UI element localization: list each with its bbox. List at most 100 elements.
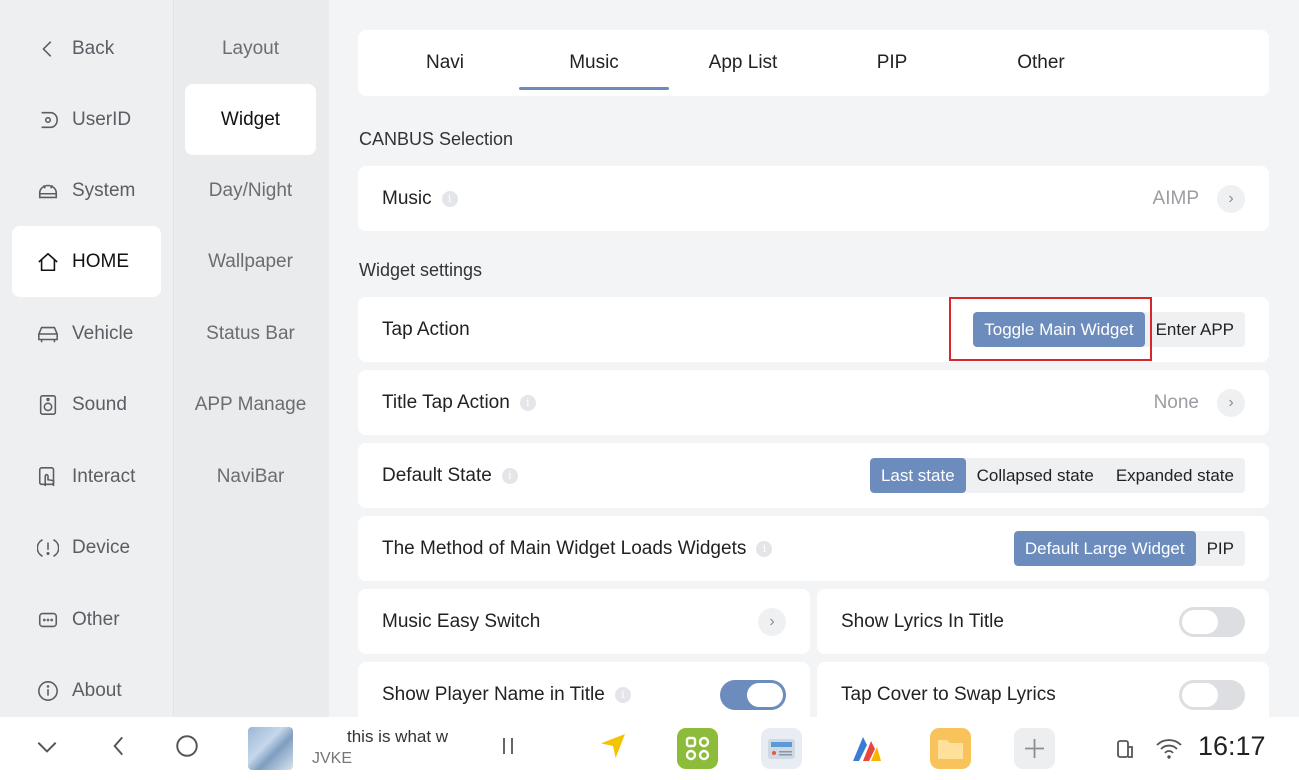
title-tap-action-row[interactable]: Title Tap Action None › (358, 370, 1269, 435)
subnav-item-layout[interactable]: Layout (185, 13, 316, 84)
pause-button[interactable] (490, 717, 526, 780)
app-grid-icon[interactable] (677, 728, 718, 769)
back-button[interactable] (100, 717, 138, 780)
row-label: Music (382, 187, 432, 209)
sidebar-item-label: Interact (72, 465, 136, 487)
user-id-icon (36, 108, 60, 132)
row-label: Title Tap Action (382, 391, 510, 413)
subnav-item-navibar[interactable]: NaviBar (185, 441, 316, 512)
maps-app-icon[interactable] (846, 717, 887, 780)
info-icon[interactable] (441, 190, 458, 207)
show-lyrics-toggle[interactable] (1179, 606, 1245, 637)
subnav-item-status-bar[interactable]: Status Bar (185, 298, 316, 369)
tab-pip[interactable]: PIP (817, 30, 967, 96)
tap-action-segmented: Toggle Main Widget Enter APP (973, 312, 1245, 347)
music-source-row[interactable]: Music AIMP › (358, 166, 1269, 231)
sidebar-item-system[interactable]: System (12, 155, 161, 226)
collapse-button[interactable] (28, 717, 66, 780)
title-tap-action-value: None (1153, 391, 1199, 413)
subnav-item-day-night[interactable]: Day/Night (185, 155, 316, 226)
info-icon[interactable] (756, 540, 773, 557)
sidebar-item-label: Other (72, 608, 120, 630)
chevron-right-icon[interactable]: › (1217, 388, 1245, 417)
section-title-widget-settings: Widget settings (359, 260, 483, 280)
info-icon[interactable] (519, 394, 536, 411)
chevron-right-icon[interactable]: › (1217, 184, 1245, 213)
add-app-button[interactable] (1014, 728, 1055, 769)
circle-home-icon (174, 733, 200, 764)
option-toggle-main-widget[interactable]: Toggle Main Widget (973, 312, 1145, 347)
sidebar-item-userid[interactable]: UserID (12, 84, 161, 155)
row-label: The Method of Main Widget Loads Widgets (382, 537, 747, 559)
sidebar-item-label: System (72, 179, 136, 201)
tap-action-row: Tap Action Toggle Main Widget Enter APP (358, 297, 1269, 362)
option-last-state[interactable]: Last state (869, 458, 966, 493)
sidebar-item-home[interactable]: HOME (12, 226, 161, 297)
row-label: Tap Cover to Swap Lyrics (841, 683, 1056, 705)
show-player-name-row: Show Player Name in Title (358, 662, 810, 717)
tap-cover-swap-toggle[interactable] (1179, 679, 1245, 710)
sidebar-item-label: Vehicle (72, 322, 134, 344)
row-label: Tap Action (382, 318, 470, 340)
option-collapsed-state[interactable]: Collapsed state (966, 458, 1105, 493)
sidebar-item-vehicle[interactable]: Vehicle (12, 298, 161, 369)
subnav-item-app-manage[interactable]: APP Manage (185, 369, 316, 440)
tab-navi[interactable]: Navi (370, 30, 520, 96)
subnav-item-widget[interactable]: Widget (185, 84, 316, 155)
tab-music[interactable]: Music (519, 30, 669, 96)
album-art[interactable] (248, 727, 293, 770)
speaker-icon (36, 393, 60, 417)
sidebar-item-other[interactable]: Other (12, 584, 161, 655)
section-title-canbus: CANBUS Selection (359, 129, 514, 149)
music-source-value: AIMP (1152, 187, 1199, 209)
option-pip[interactable]: PIP (1196, 531, 1245, 566)
music-easy-switch-row[interactable]: Music Easy Switch › (358, 589, 810, 654)
load-method-row: The Method of Main Widget Loads Widgets … (358, 516, 1269, 581)
subnav-item-wallpaper[interactable]: Wallpaper (185, 226, 316, 297)
car-icon (36, 322, 60, 346)
home-icon (36, 250, 60, 274)
show-lyrics-row: Show Lyrics In Title (817, 589, 1269, 654)
option-expanded-state[interactable]: Expanded state (1105, 458, 1245, 493)
sidebar-item-label: HOME (72, 250, 129, 272)
sidebar-item-sound[interactable]: Sound (12, 369, 161, 440)
show-player-name-toggle[interactable] (720, 679, 786, 710)
home-button[interactable] (168, 717, 206, 780)
sidebar-item-interact[interactable]: Interact (12, 441, 161, 512)
files-app-icon[interactable] (930, 728, 971, 769)
more-icon (36, 608, 60, 632)
sidebar-item-label: Back (72, 37, 115, 59)
sub-sidebar: Layout Widget Day/Night Wallpaper Status… (175, 0, 329, 717)
sidebar-item-about[interactable]: About (12, 655, 161, 726)
row-label: Default State (382, 464, 492, 486)
app-navigation[interactable] (592, 717, 633, 780)
tab-app-list[interactable]: App List (668, 30, 818, 96)
sidebar-item-label: Device (72, 536, 131, 558)
tab-bar: Navi Music App List PIP Other (358, 30, 1269, 96)
sidebar-item-device[interactable]: Device (12, 512, 161, 583)
alert-icon (36, 536, 60, 560)
option-enter-app[interactable]: Enter APP (1145, 312, 1245, 347)
tab-other[interactable]: Other (966, 30, 1116, 96)
status-clock: 16:17 (1198, 731, 1266, 761)
chevron-right-icon[interactable]: › (758, 607, 786, 636)
now-playing-title: this is what w (347, 727, 449, 746)
tap-cover-swap-row: Tap Cover to Swap Lyrics (817, 662, 1269, 717)
radio-app-icon[interactable] (761, 728, 802, 769)
info-icon[interactable] (614, 686, 631, 703)
pause-icon (496, 734, 520, 763)
sidebar-item-label: About (72, 679, 122, 701)
row-label: Show Lyrics In Title (841, 610, 1004, 632)
info-icon[interactable] (501, 467, 518, 484)
option-default-large-widget[interactable]: Default Large Widget (1013, 531, 1196, 566)
sidebar-item-label: UserID (72, 108, 132, 130)
navigation-arrow-icon (597, 730, 629, 767)
chevron-down-icon (34, 733, 60, 764)
wifi-icon (1152, 717, 1186, 780)
sidebar-item-back[interactable]: Back (12, 13, 161, 84)
main-sidebar: Back UserID System HOME Vehicle Sound In… (0, 0, 174, 717)
touch-icon (36, 465, 60, 489)
settings-content: Navi Music App List PIP Other CANBUS Sel… (329, 0, 1299, 717)
bottom-taskbar: this is what w JVKE 16:17 (0, 717, 1299, 780)
default-state-segmented: Last state Collapsed state Expanded stat… (869, 458, 1245, 493)
